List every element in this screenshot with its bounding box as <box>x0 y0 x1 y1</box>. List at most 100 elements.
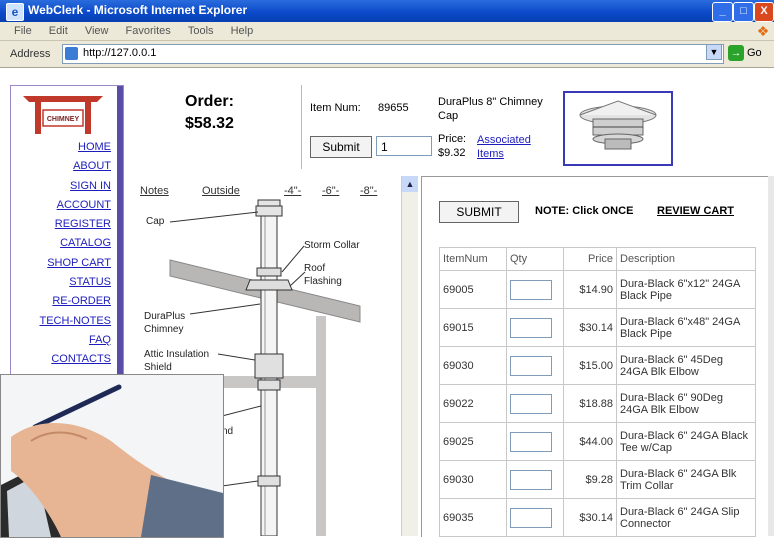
cell-qty <box>506 270 564 309</box>
menu-tools[interactable]: Tools <box>188 25 214 37</box>
order-label: Order: <box>185 93 234 110</box>
header-qty: Qty <box>506 247 564 271</box>
maximize-button[interactable]: □ <box>733 2 754 22</box>
cell-price: $15.00 <box>563 346 617 385</box>
price-value: $9.32 <box>438 147 466 159</box>
item-qty-input[interactable]: 1 <box>376 136 432 156</box>
close-button[interactable]: X <box>754 2 774 22</box>
header-description: Description <box>616 247 756 271</box>
label-cap: Cap <box>146 216 165 227</box>
cell-description: Dura-Black 6"x48" 24GA Black Pipe <box>616 308 756 347</box>
nav-register[interactable]: REGISTER <box>55 218 111 230</box>
window-title-bar: e WebClerk - Microsoft Internet Explorer… <box>0 0 774 22</box>
logo-text: CHIMNEY <box>47 116 80 123</box>
menu-bar: File Edit View Favorites Tools Help ❖ <box>0 22 774 41</box>
cell-price: $30.14 <box>563 498 617 537</box>
menu-file[interactable]: File <box>14 25 32 37</box>
review-cart-link[interactable]: REVIEW CART <box>657 205 734 217</box>
cell-item-num: 69030 <box>439 460 507 499</box>
nav-sign-in[interactable]: SIGN IN <box>70 180 111 192</box>
label-chimney: DuraPlus Chimney <box>144 311 186 335</box>
menu-edit[interactable]: Edit <box>49 25 68 37</box>
address-url[interactable]: http://127.0.0.1 <box>83 47 156 59</box>
address-dropdown-icon[interactable]: ▼ <box>706 44 722 60</box>
qty-input[interactable] <box>510 355 552 376</box>
table-row: 69005 $14.90 Dura-Black 6"x12" 24GA Blac… <box>439 270 756 309</box>
window-title: WebClerk - Microsoft Internet Explorer <box>28 3 248 17</box>
nav-faq[interactable]: FAQ <box>89 334 111 346</box>
item-num-value: 89655 <box>378 102 409 114</box>
item-description: DuraPlus 8" Chimney Cap <box>438 96 543 122</box>
windows-logo-icon: ❖ <box>756 23 770 39</box>
cell-qty <box>506 460 564 499</box>
cell-price: $18.88 <box>563 384 617 423</box>
cart-table: ItemNum Qty Price Description 69005 $14.… <box>439 247 756 537</box>
site-logo: CHIMNEY <box>23 96 103 134</box>
cell-qty <box>506 346 564 385</box>
nav-about[interactable]: ABOUT <box>73 160 111 172</box>
page-icon <box>65 47 78 60</box>
cell-price: $30.14 <box>563 308 617 347</box>
diagram-scrollbar[interactable]: ▲ <box>401 176 418 536</box>
item-submit-button[interactable]: Submit <box>310 136 372 158</box>
label-roof-flashing: Roof Flashing <box>304 263 342 287</box>
cart-scrollbar[interactable] <box>768 176 774 536</box>
nav-status[interactable]: STATUS <box>69 276 111 288</box>
table-row: 69015 $30.14 Dura-Black 6"x48" 24GA Blac… <box>439 308 756 347</box>
menu-view[interactable]: View <box>85 25 109 37</box>
cell-price: $9.28 <box>563 460 617 499</box>
cell-qty <box>506 308 564 347</box>
chimney-cap-image <box>579 100 657 150</box>
table-row: 69025 $44.00 Dura-Black 6" 24GA Black Te… <box>439 422 756 461</box>
qty-input[interactable] <box>510 507 552 528</box>
hand-stylus-image <box>1 375 223 537</box>
scroll-up-arrow-icon[interactable]: ▲ <box>402 176 418 192</box>
internet-explorer-icon: e <box>6 3 24 21</box>
menu-favorites[interactable]: Favorites <box>126 25 171 37</box>
cell-description: Dura-Black 6" 24GA Slip Connector <box>616 498 756 537</box>
nav-contacts[interactable]: CONTACTS <box>51 353 111 365</box>
associated-items-link[interactable]: Associated Items <box>477 133 547 161</box>
table-row: 69030 $9.28 Dura-Black 6" 24GA Blk Trim … <box>439 460 756 499</box>
nav-shop-cart[interactable]: SHOP CART <box>47 257 111 269</box>
cell-qty <box>506 422 564 461</box>
menu-help[interactable]: Help <box>231 25 254 37</box>
go-label: Go <box>747 47 762 59</box>
qty-input[interactable] <box>510 393 552 414</box>
table-row: 69030 $15.00 Dura-Black 6" 45Deg 24GA Bl… <box>439 346 756 385</box>
product-thumbnail[interactable] <box>563 91 673 166</box>
item-info: Item Num: 89655 DuraPlus 8" Chimney Cap … <box>302 85 562 169</box>
cell-description: Dura-Black 6" 90Deg 24GA Blk Elbow <box>616 384 756 423</box>
cart-pane: SUBMIT NOTE: Click ONCE REVIEW CART Item… <box>421 176 771 537</box>
item-num-label: Item Num: <box>310 102 361 114</box>
table-header-row: ItemNum Qty Price Description <box>439 247 756 271</box>
qty-input[interactable] <box>510 279 552 300</box>
nav-catalog[interactable]: CATALOG <box>60 237 111 249</box>
minimize-button[interactable]: _ <box>712 2 733 22</box>
nav-re-order[interactable]: RE-ORDER <box>52 295 111 307</box>
cell-price: $14.90 <box>563 270 617 309</box>
cell-item-num: 69030 <box>439 346 507 385</box>
label-storm-collar: Storm Collar <box>304 240 360 251</box>
qty-input[interactable] <box>510 469 552 490</box>
cell-qty <box>506 498 564 537</box>
nav-account[interactable]: ACCOUNT <box>57 199 111 211</box>
qty-input[interactable] <box>510 431 552 452</box>
nav-home[interactable]: HOME <box>78 141 111 153</box>
cell-item-num: 69025 <box>439 422 507 461</box>
qty-input[interactable] <box>510 317 552 338</box>
price-label: Price: <box>438 133 467 145</box>
table-row: 69035 $30.14 Dura-Black 6" 24GA Slip Con… <box>439 498 756 537</box>
cell-qty <box>506 384 564 423</box>
label-attic-shield: Attic Insulation Shield <box>144 349 210 373</box>
stylus-hand-photo <box>0 374 224 538</box>
cell-item-num: 69035 <box>439 498 507 537</box>
cell-item-num: 69005 <box>439 270 507 309</box>
cart-submit-button[interactable]: SUBMIT <box>439 201 519 223</box>
table-row: 69022 $18.88 Dura-Black 6" 90Deg 24GA Bl… <box>439 384 756 423</box>
go-button[interactable]: → Go <box>728 45 772 63</box>
cell-description: Dura-Black 6" 24GA Black Tee w/Cap <box>616 422 756 461</box>
header-price: Price <box>563 247 617 271</box>
address-input[interactable]: http://127.0.0.1 <box>62 44 724 64</box>
nav-tech-notes[interactable]: TECH-NOTES <box>40 315 112 327</box>
